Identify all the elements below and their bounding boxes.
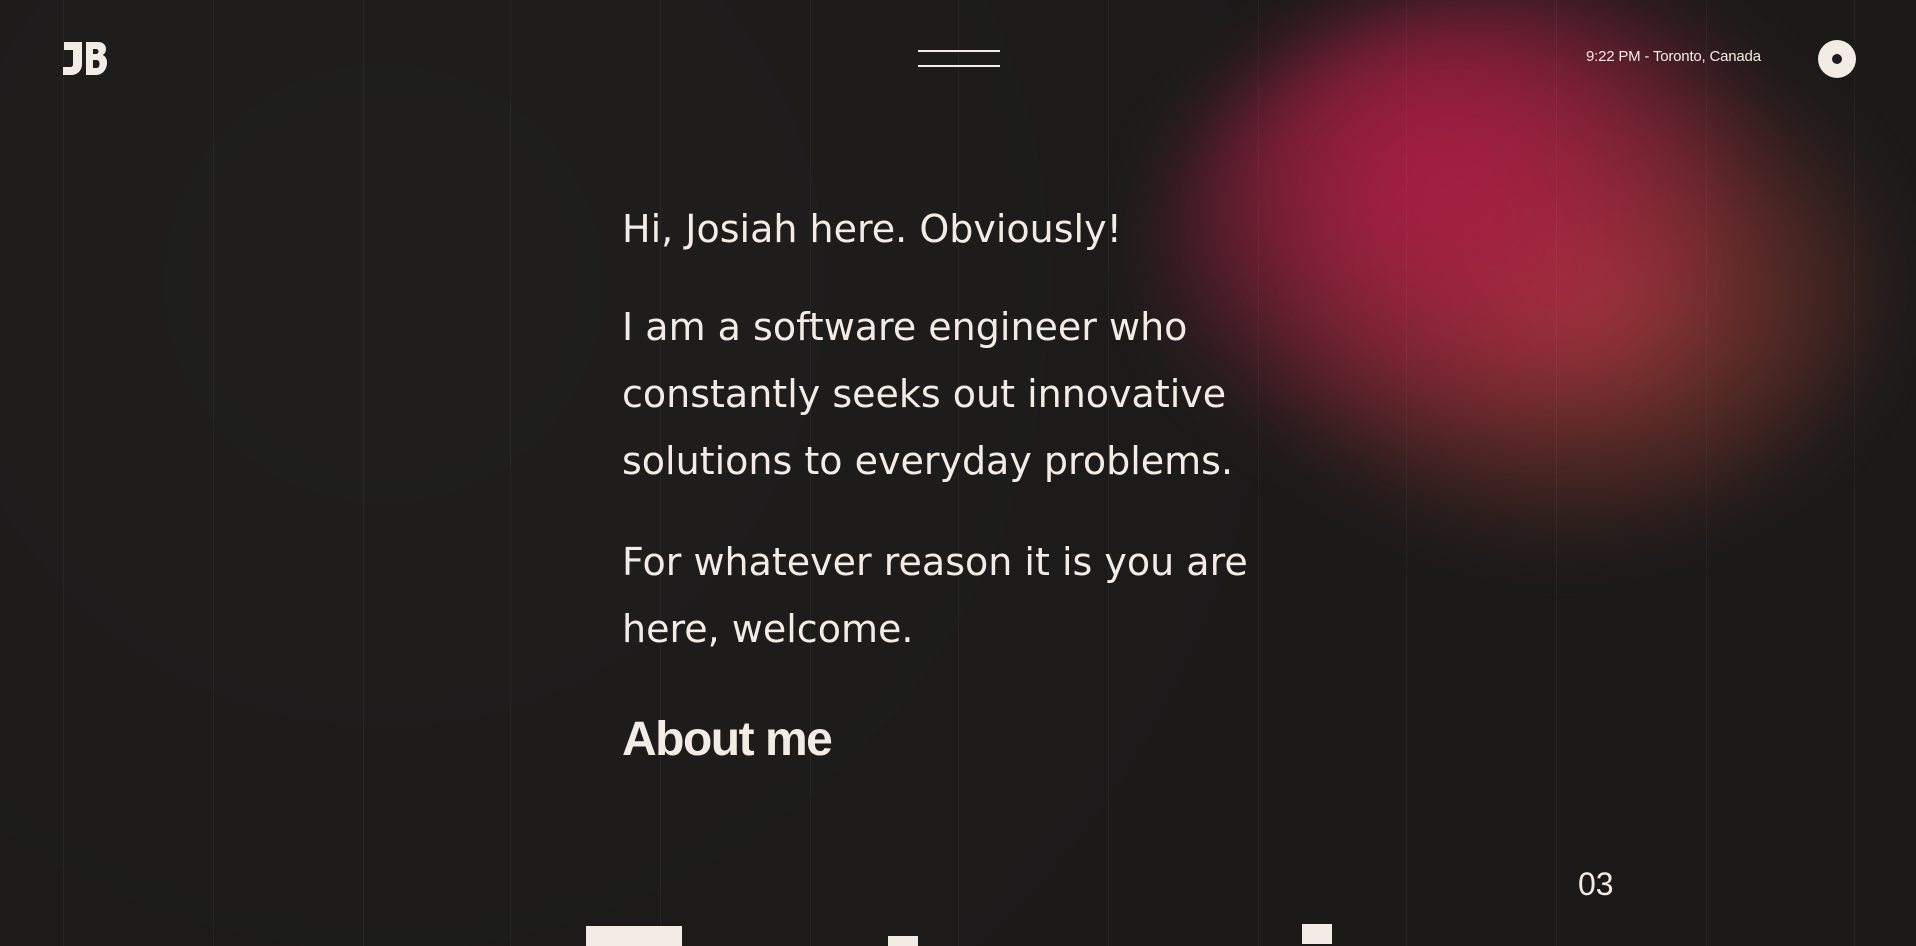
local-time-location: 9:22 PM - Toronto, Canada (1586, 48, 1761, 65)
site-header: JB 9:22 PM - Toronto, Canada (0, 0, 1916, 118)
heading-glyph-2 (888, 936, 918, 946)
logo-link[interactable]: JB (62, 40, 108, 76)
intro-greeting: Hi, Josiah here. Obviously! (622, 207, 1122, 251)
theme-toggle-button[interactable] (1818, 40, 1856, 78)
menu-button[interactable] (918, 48, 1000, 70)
toggle-dot-icon (1832, 54, 1842, 64)
large-heading-partial (586, 924, 1336, 946)
menu-line-top (918, 50, 1000, 52)
heading-glyph-1 (586, 926, 682, 946)
menu-line-bottom (918, 65, 1000, 67)
intro-bio: I am a software engineer who constantly … (622, 305, 1234, 483)
heading-glyph-3 (1302, 924, 1332, 944)
section-number: 03 (1578, 866, 1614, 902)
intro-welcome: For whatever reason it is you are here, … (622, 540, 1248, 651)
jb-logo-icon (63, 42, 107, 75)
about-me-link[interactable]: About me (622, 712, 833, 767)
